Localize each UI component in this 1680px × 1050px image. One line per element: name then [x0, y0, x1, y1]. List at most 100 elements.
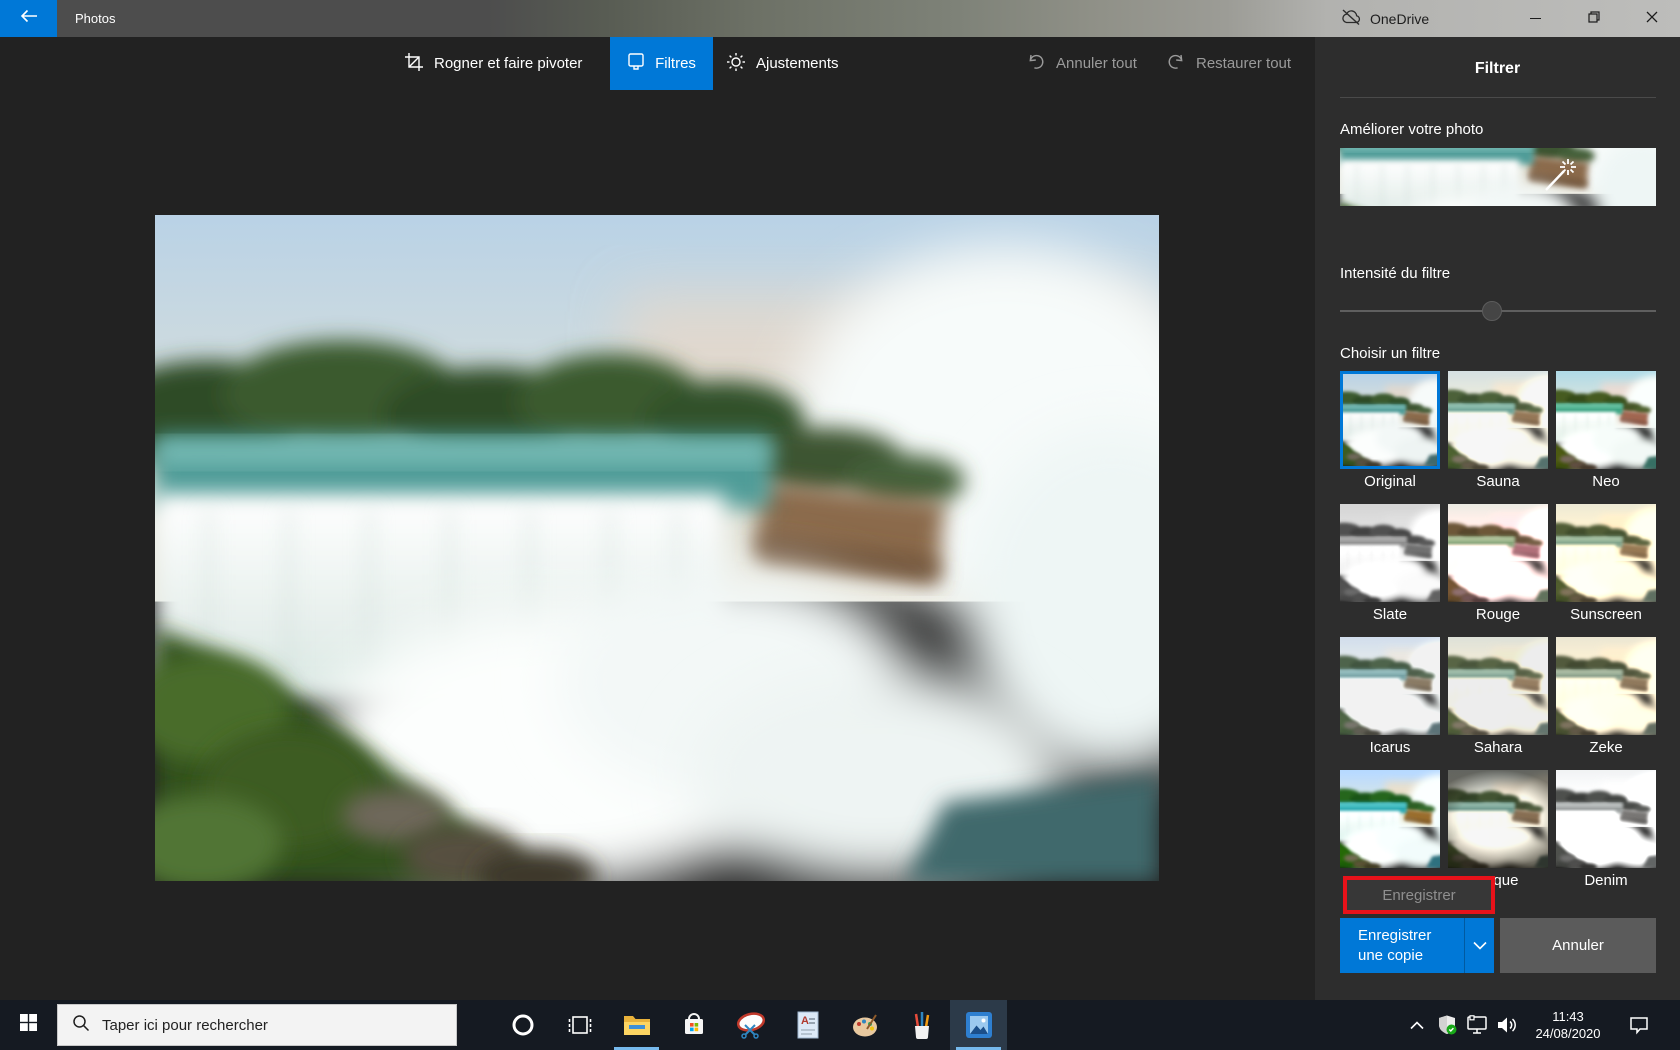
enhance-photo-thumbnail[interactable]	[1340, 148, 1656, 206]
filter-option-Denim[interactable]: Denim	[1556, 770, 1656, 892]
enhance-heading: Améliorer votre photo	[1340, 121, 1483, 138]
close-button[interactable]	[1628, 0, 1675, 37]
brush-cup-icon	[908, 1010, 936, 1040]
save-copy-button[interactable]: Enregistrer une copie	[1340, 918, 1464, 973]
onedrive-label: OneDrive	[1370, 11, 1429, 27]
task-view-icon	[568, 1013, 592, 1037]
filter-thumbnail[interactable]	[1556, 770, 1656, 868]
chevron-up-icon	[1410, 1021, 1424, 1030]
store-button[interactable]	[665, 1000, 722, 1050]
cortana-button[interactable]	[494, 1000, 551, 1050]
editor-area: Rogner et faire pivoter Filtres Ajusteme…	[0, 37, 1315, 1000]
minimize-button[interactable]	[1512, 0, 1559, 37]
filter-label: Sahara	[1448, 739, 1548, 759]
file-explorer-button[interactable]	[608, 1000, 665, 1050]
intensity-slider-thumb[interactable]	[1482, 301, 1502, 321]
paint3d-button[interactable]	[893, 1000, 950, 1050]
crop-rotate-button[interactable]: Rogner et faire pivoter	[390, 37, 596, 90]
intensity-slider[interactable]	[1340, 301, 1656, 321]
filter-option-Sahara[interactable]: Sahara	[1448, 637, 1548, 759]
filter-thumbnail[interactable]	[1448, 504, 1548, 602]
redo-label: Restaurer tout	[1196, 55, 1291, 72]
folder-icon	[622, 1012, 652, 1038]
screen: Photos OneDrive Rogner et faire pivoter	[0, 0, 1680, 1050]
photo-canvas	[155, 215, 1159, 881]
photos-app-button-active[interactable]	[950, 1000, 1007, 1050]
taskbar-search[interactable]	[57, 1004, 457, 1046]
filters-icon	[627, 52, 645, 76]
defender-tray-icon[interactable]	[1432, 1000, 1462, 1050]
undo-icon	[1026, 52, 1046, 76]
panel-title: Filtrer	[1315, 60, 1680, 78]
filter-option-Rouge[interactable]: Rouge	[1448, 504, 1548, 626]
filter-grid: Original Sauna Neo Slate RougeSunscreen Icaru…	[1340, 371, 1656, 892]
action-center-button[interactable]	[1616, 1000, 1662, 1050]
undo-all-button[interactable]: Annuler tout	[1012, 37, 1151, 90]
cancel-button[interactable]: Annuler	[1500, 918, 1656, 973]
store-bag-icon	[680, 1011, 708, 1039]
start-button[interactable]	[0, 1000, 57, 1050]
network-tray-icon[interactable]	[1462, 1000, 1492, 1050]
save-copy-line1: Enregistrer	[1358, 926, 1464, 946]
filter-thumbnail[interactable]	[1556, 637, 1656, 735]
filter-label: Zeke	[1556, 739, 1656, 759]
filter-label: Icarus	[1340, 739, 1440, 759]
filter-label: Neo	[1556, 473, 1656, 493]
date: 24/08/2020	[1535, 1025, 1600, 1042]
choose-filter-heading: Choisir un filtre	[1340, 345, 1440, 362]
filter-option-esque[interactable]: esque	[1448, 770, 1548, 892]
filter-label: Sauna	[1448, 473, 1548, 493]
filter-option-Sauna[interactable]: Sauna	[1448, 371, 1548, 493]
filter-option-Sunscreen[interactable]: Sunscreen	[1556, 504, 1656, 626]
filter-thumbnail[interactable]	[1340, 371, 1440, 469]
chevron-down-icon	[1473, 937, 1487, 955]
snipping-tool-button[interactable]	[722, 1000, 779, 1050]
filter-label: Denim	[1556, 872, 1656, 892]
cortana-ring-icon	[511, 1013, 535, 1037]
filter-option-Zeke[interactable]: Zeke	[1556, 637, 1656, 759]
restore-button[interactable]	[1570, 0, 1617, 37]
clock[interactable]: 11:43 24/08/2020	[1522, 1000, 1614, 1050]
svg-text:A: A	[801, 1015, 809, 1027]
filter-thumbnail[interactable]	[1556, 371, 1656, 469]
filter-option-Neo[interactable]: Neo	[1556, 371, 1656, 493]
filter-thumbnail[interactable]	[1340, 770, 1440, 868]
filter-thumbnail[interactable]	[1448, 371, 1548, 469]
filters-tab-selected[interactable]: Filtres	[610, 37, 713, 90]
divider	[1340, 97, 1656, 98]
tray-chevron-button[interactable]	[1402, 1000, 1432, 1050]
wordpad-button[interactable]: A	[779, 1000, 836, 1050]
onedrive-cloud-slash-icon	[1340, 9, 1362, 29]
filter-thumbnail[interactable]	[1556, 504, 1656, 602]
redo-icon	[1166, 52, 1186, 76]
filter-option-Icarus[interactable]: Icarus	[1340, 637, 1440, 759]
paint-button[interactable]	[836, 1000, 893, 1050]
filter-option-unnamed[interactable]	[1340, 770, 1440, 892]
filter-option-Original[interactable]: Original	[1340, 371, 1440, 493]
filter-thumbnail[interactable]	[1340, 637, 1440, 735]
filter-label: Original	[1340, 473, 1440, 493]
task-view-button[interactable]	[551, 1000, 608, 1050]
save-button-highlight-box: Enregistrer	[1343, 876, 1495, 914]
adjustments-label: Ajustements	[756, 55, 839, 72]
redo-all-button[interactable]: Restaurer tout	[1152, 37, 1305, 90]
action-center-icon	[1628, 1014, 1650, 1036]
search-input[interactable]	[102, 1017, 432, 1034]
taskbar: A 11:43 24/08/2020	[0, 1000, 1680, 1050]
filter-label: Slate	[1340, 606, 1440, 626]
titlebar: Photos OneDrive	[0, 0, 1680, 37]
filter-thumbnail[interactable]	[1448, 770, 1548, 868]
crop-label: Rogner et faire pivoter	[434, 55, 582, 72]
filter-thumbnail[interactable]	[1448, 637, 1548, 735]
time: 11:43	[1552, 1008, 1584, 1025]
undo-label: Annuler tout	[1056, 55, 1137, 72]
adjustments-button[interactable]: Ajustements	[712, 37, 853, 90]
filter-thumbnail[interactable]	[1340, 504, 1440, 602]
volume-tray-icon[interactable]	[1492, 1000, 1522, 1050]
save-button[interactable]: Enregistrer	[1347, 880, 1491, 910]
back-button[interactable]	[0, 0, 57, 37]
filter-option-Slate[interactable]: Slate	[1340, 504, 1440, 626]
save-copy-dropdown-button[interactable]	[1464, 918, 1494, 973]
app-title: Photos	[75, 0, 115, 37]
crop-icon	[404, 52, 424, 76]
